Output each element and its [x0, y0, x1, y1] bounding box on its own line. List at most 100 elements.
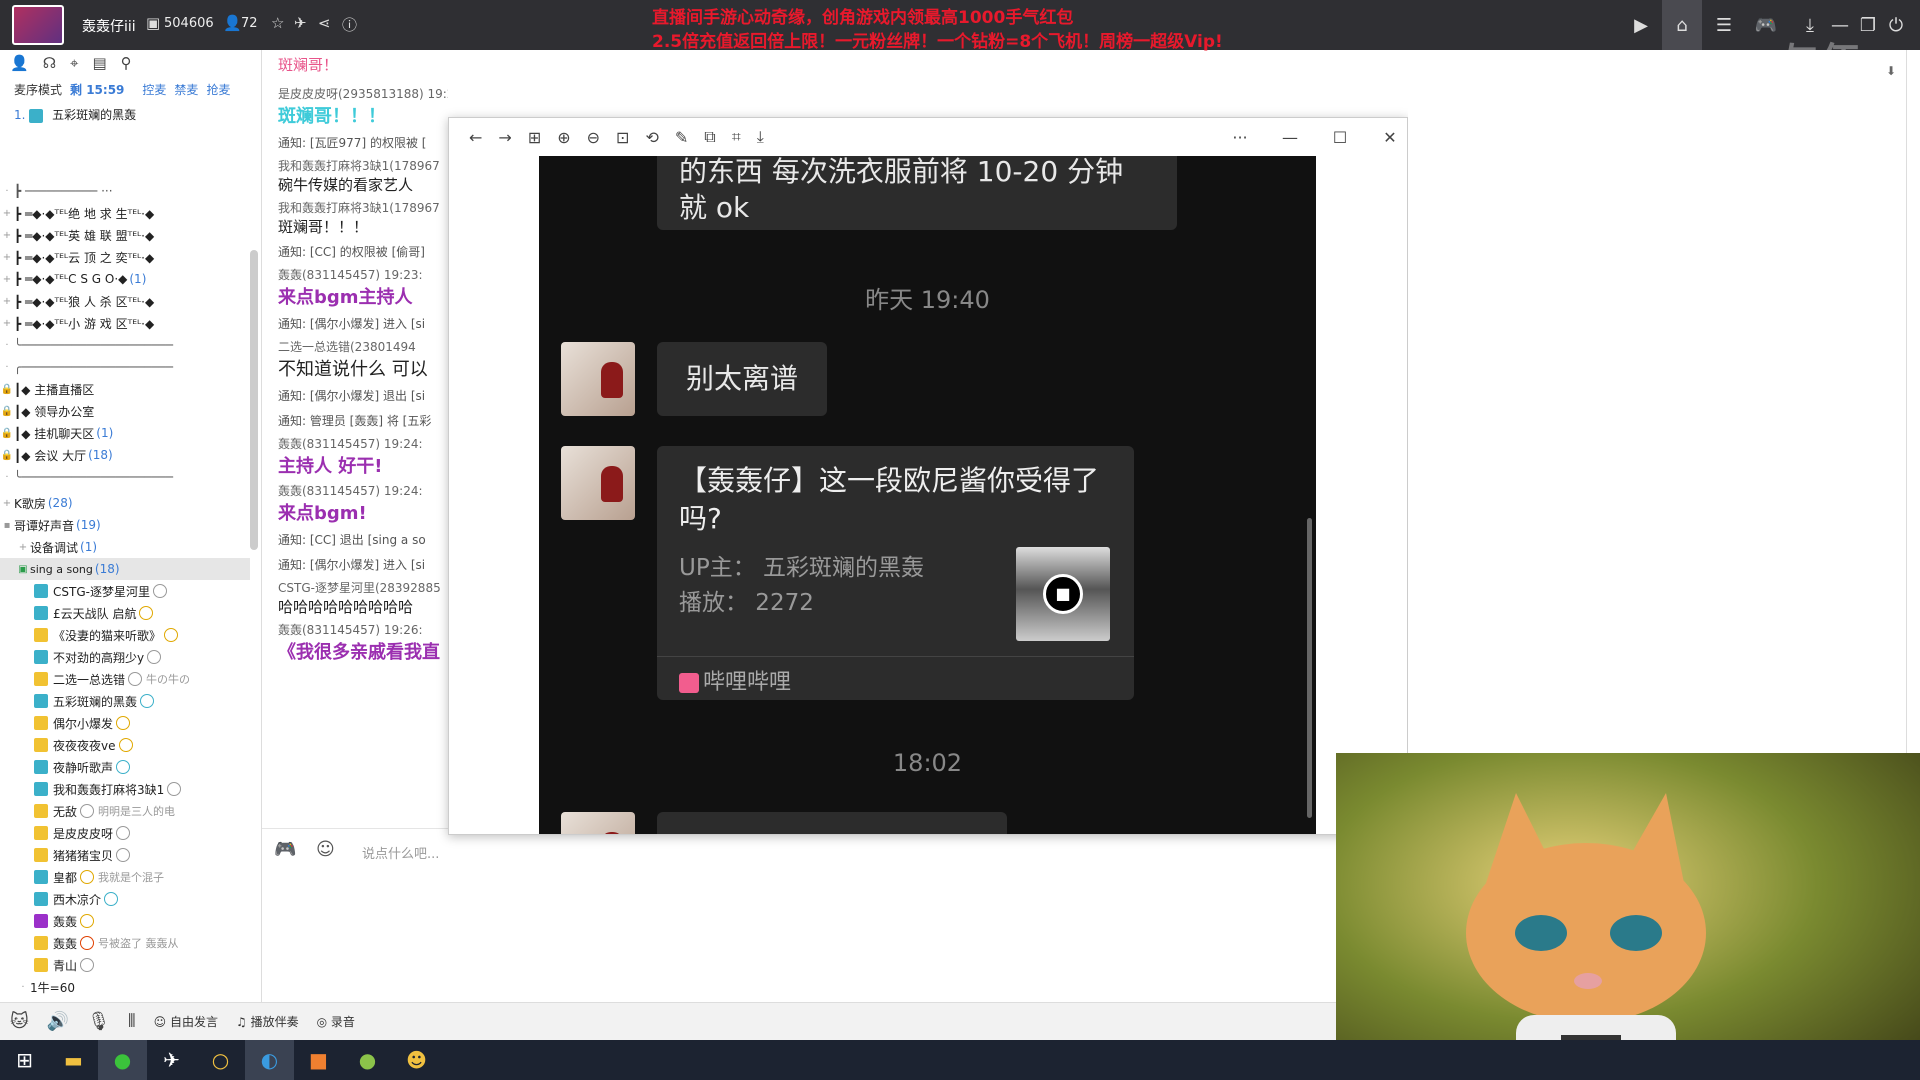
- tree-row[interactable]: + ┣ ═◆·◆ᵀᴱᴸ狼 人 杀 区ᵀᴱᴸ·◆: [0, 290, 250, 312]
- search-icon[interactable]: ⚲: [121, 54, 132, 74]
- rotate-icon[interactable]: ⟲: [645, 128, 658, 147]
- user-row[interactable]: 轰轰: [0, 910, 250, 932]
- user-row[interactable]: 二选一总选错 牛の牛の: [0, 668, 250, 690]
- tree-row[interactable]: + ┣ ═◆·◆ᵀᴱᴸ英 雄 联 盟ᵀᴱᴸ·◆: [0, 224, 250, 246]
- tree-row-song[interactable]: ▣ sing a song (18): [0, 558, 250, 580]
- user-row[interactable]: 西木凉介: [0, 888, 250, 910]
- user-role-icon: [34, 958, 48, 972]
- user-role-icon: [34, 914, 48, 928]
- save-icon[interactable]: ⤓: [757, 127, 764, 147]
- tree-row-ktv[interactable]: + K歌房 (28): [0, 492, 250, 514]
- info-icon[interactable]: ⓘ: [342, 14, 357, 35]
- user-row[interactable]: 不对劲的高翔少y: [0, 646, 250, 668]
- user-role-icon: [29, 108, 44, 123]
- location-icon[interactable]: ⌖: [70, 54, 78, 74]
- chat-input[interactable]: 说点什么吧...: [362, 843, 439, 862]
- ban-mic-button[interactable]: 禁麦: [174, 81, 198, 98]
- chat-message: 二选一总选错(23801494 不知道说什么 可以: [278, 340, 428, 380]
- zoom-out-icon[interactable]: ⊖: [587, 128, 600, 147]
- wechat-icon[interactable]: ●: [98, 1040, 147, 1080]
- chat-notice: 通知: 管理员 [轰轰] 将 [五彩: [278, 414, 432, 428]
- record-button[interactable]: ◎ 录音: [317, 1013, 355, 1030]
- card-source: 哔哩哔哩: [679, 664, 791, 696]
- user-row[interactable]: 猪猪猪宝贝: [0, 844, 250, 866]
- user-row[interactable]: 无敌 明明是三人的电: [0, 800, 250, 822]
- tree-row[interactable]: 🔒 ┃◆ 会议 大厅 (18): [0, 444, 250, 466]
- gamepad-icon[interactable]: 🎮: [274, 839, 296, 860]
- control-mic-button[interactable]: 控麦: [142, 81, 166, 98]
- forward-icon[interactable]: →: [498, 128, 511, 147]
- speaker-icon[interactable]: 🔊: [47, 1011, 69, 1032]
- game-icon[interactable]: ●: [343, 1040, 392, 1080]
- home-icon[interactable]: ⌂: [1662, 0, 1702, 50]
- chat-notice: 通知: [偶尔小爆发] 进入 [si: [278, 558, 426, 572]
- minimize-icon[interactable]: —: [1273, 128, 1307, 147]
- user-icon[interactable]: 👤: [10, 54, 29, 74]
- power-icon[interactable]: ⏻: [1876, 0, 1916, 50]
- list-icon[interactable]: ☰: [1704, 0, 1744, 50]
- user-row[interactable]: 《没妻的猫来听歌》: [0, 624, 250, 646]
- grid-icon[interactable]: ⊞: [528, 128, 541, 147]
- user-row[interactable]: £云天战队 启航: [0, 602, 250, 624]
- share-icon[interactable]: ⋖: [318, 14, 331, 32]
- mixer-icon[interactable]: ⫴: [128, 1011, 136, 1032]
- copy-icon[interactable]: ⧉: [704, 127, 715, 147]
- user-row[interactable]: 五彩斑斓的黑轰: [0, 690, 250, 712]
- notes-icon[interactable]: ▤: [92, 54, 106, 74]
- user-row[interactable]: 青山: [0, 954, 250, 976]
- queue-user-name[interactable]: 五彩斑斓的黑轰: [52, 108, 136, 122]
- close-icon[interactable]: ✕: [1373, 128, 1407, 147]
- zoom-in-icon[interactable]: ⊕: [557, 128, 570, 147]
- user-row[interactable]: 皇都 我就是个混子: [0, 866, 250, 888]
- badge-icon: [116, 826, 131, 840]
- tree-row[interactable]: + ┣ ═◆·◆ᵀᴱᴸ绝 地 求 生ᵀᴱᴸ·◆: [0, 202, 250, 224]
- edit-icon[interactable]: ✎: [675, 128, 688, 147]
- tree-row[interactable]: 🔒 ┃◆ 领导办公室: [0, 400, 250, 422]
- sidebar-scrollbar[interactable]: [250, 250, 258, 550]
- channel-logo[interactable]: [12, 5, 64, 45]
- app-icon[interactable]: ✈: [147, 1040, 196, 1080]
- user-row[interactable]: 偶尔小爆发: [0, 712, 250, 734]
- tree-row[interactable]: 🔒 ┃◆ 挂机聊天区 (1): [0, 422, 250, 444]
- tree-row-voice[interactable]: ▪ 哥谭好声音 (19): [0, 514, 250, 536]
- scan-icon[interactable]: ⌗: [732, 127, 741, 147]
- folder-icon[interactable]: ▬: [49, 1040, 98, 1080]
- headset-icon[interactable]: ☊: [43, 54, 56, 74]
- share-card[interactable]: 【轰轰仔】这一段欧尼酱你受得了吗? UP主： 五彩斑斓的黑轰 播放： 2272 …: [657, 446, 1134, 700]
- more-icon[interactable]: ···: [1223, 128, 1257, 147]
- plane-icon[interactable]: ✈: [294, 14, 307, 32]
- tree-row[interactable]: · 1牛=60: [0, 976, 250, 998]
- fit-icon[interactable]: ⊡: [616, 128, 629, 147]
- circle-app-icon[interactable]: ○: [196, 1040, 245, 1080]
- microphone-icon[interactable]: 🎙: [87, 1011, 110, 1032]
- tree-row[interactable]: 🔒 ┃◆ 主播直播区: [0, 378, 250, 400]
- user-row[interactable]: 夜静听歌声: [0, 756, 250, 778]
- user-row[interactable]: 我和轰轰打麻将3缺1: [0, 778, 250, 800]
- chat-message: 轰轰(831145457) 19:24: 主持人 好干!: [278, 437, 423, 477]
- grab-mic-button[interactable]: 抢麦: [206, 81, 230, 98]
- user-row[interactable]: 轰轰 号被盗了 轰轰从: [0, 932, 250, 954]
- tree-row-device[interactable]: + 设备调试 (1): [0, 536, 250, 558]
- editor-icon[interactable]: ■: [294, 1040, 343, 1080]
- yy-icon[interactable]: ☻: [392, 1040, 441, 1080]
- tree-row[interactable]: + ┣ ═◆·◆ᵀᴱᴸ云 顶 之 奕ᵀᴱᴸ·◆: [0, 246, 250, 268]
- favorite-icon[interactable]: ☆: [271, 14, 284, 32]
- video-icon[interactable]: ▶: [1621, 0, 1661, 50]
- user-row[interactable]: 是皮皮皮呀: [0, 822, 250, 844]
- browser-icon[interactable]: ◐: [245, 1040, 294, 1080]
- mascot-icon[interactable]: 🐱: [10, 1011, 29, 1032]
- user-row[interactable]: CSTG-逐梦星河里: [0, 580, 250, 602]
- tree-row[interactable]: + ┣ ═◆·◆ᵀᴱᴸ小 游 戏 区ᵀᴱᴸ·◆: [0, 312, 250, 334]
- back-icon[interactable]: ←: [469, 128, 482, 147]
- tree-row[interactable]: + ┣ ═◆·◆ᵀᴱᴸC S G O·◆ (1): [0, 268, 250, 290]
- tree-row[interactable]: · ┣ ────────── ···: [0, 180, 250, 202]
- viewer-scrollbar[interactable]: [1307, 518, 1312, 818]
- mic-mode-dropdown[interactable]: 麦序模式: [14, 81, 62, 98]
- scroll-down-icon[interactable]: ⬇: [1886, 64, 1896, 78]
- user-row[interactable]: 夜夜夜夜ve: [0, 734, 250, 756]
- accompany-button[interactable]: ♫ 播放伴奏: [236, 1013, 299, 1030]
- maximize-icon[interactable]: ☐: [1323, 128, 1357, 147]
- start-icon[interactable]: ⊞: [0, 1040, 49, 1080]
- emoji-icon[interactable]: ☺: [316, 839, 335, 860]
- free-speak-button[interactable]: ☺ 自由发言: [154, 1013, 218, 1030]
